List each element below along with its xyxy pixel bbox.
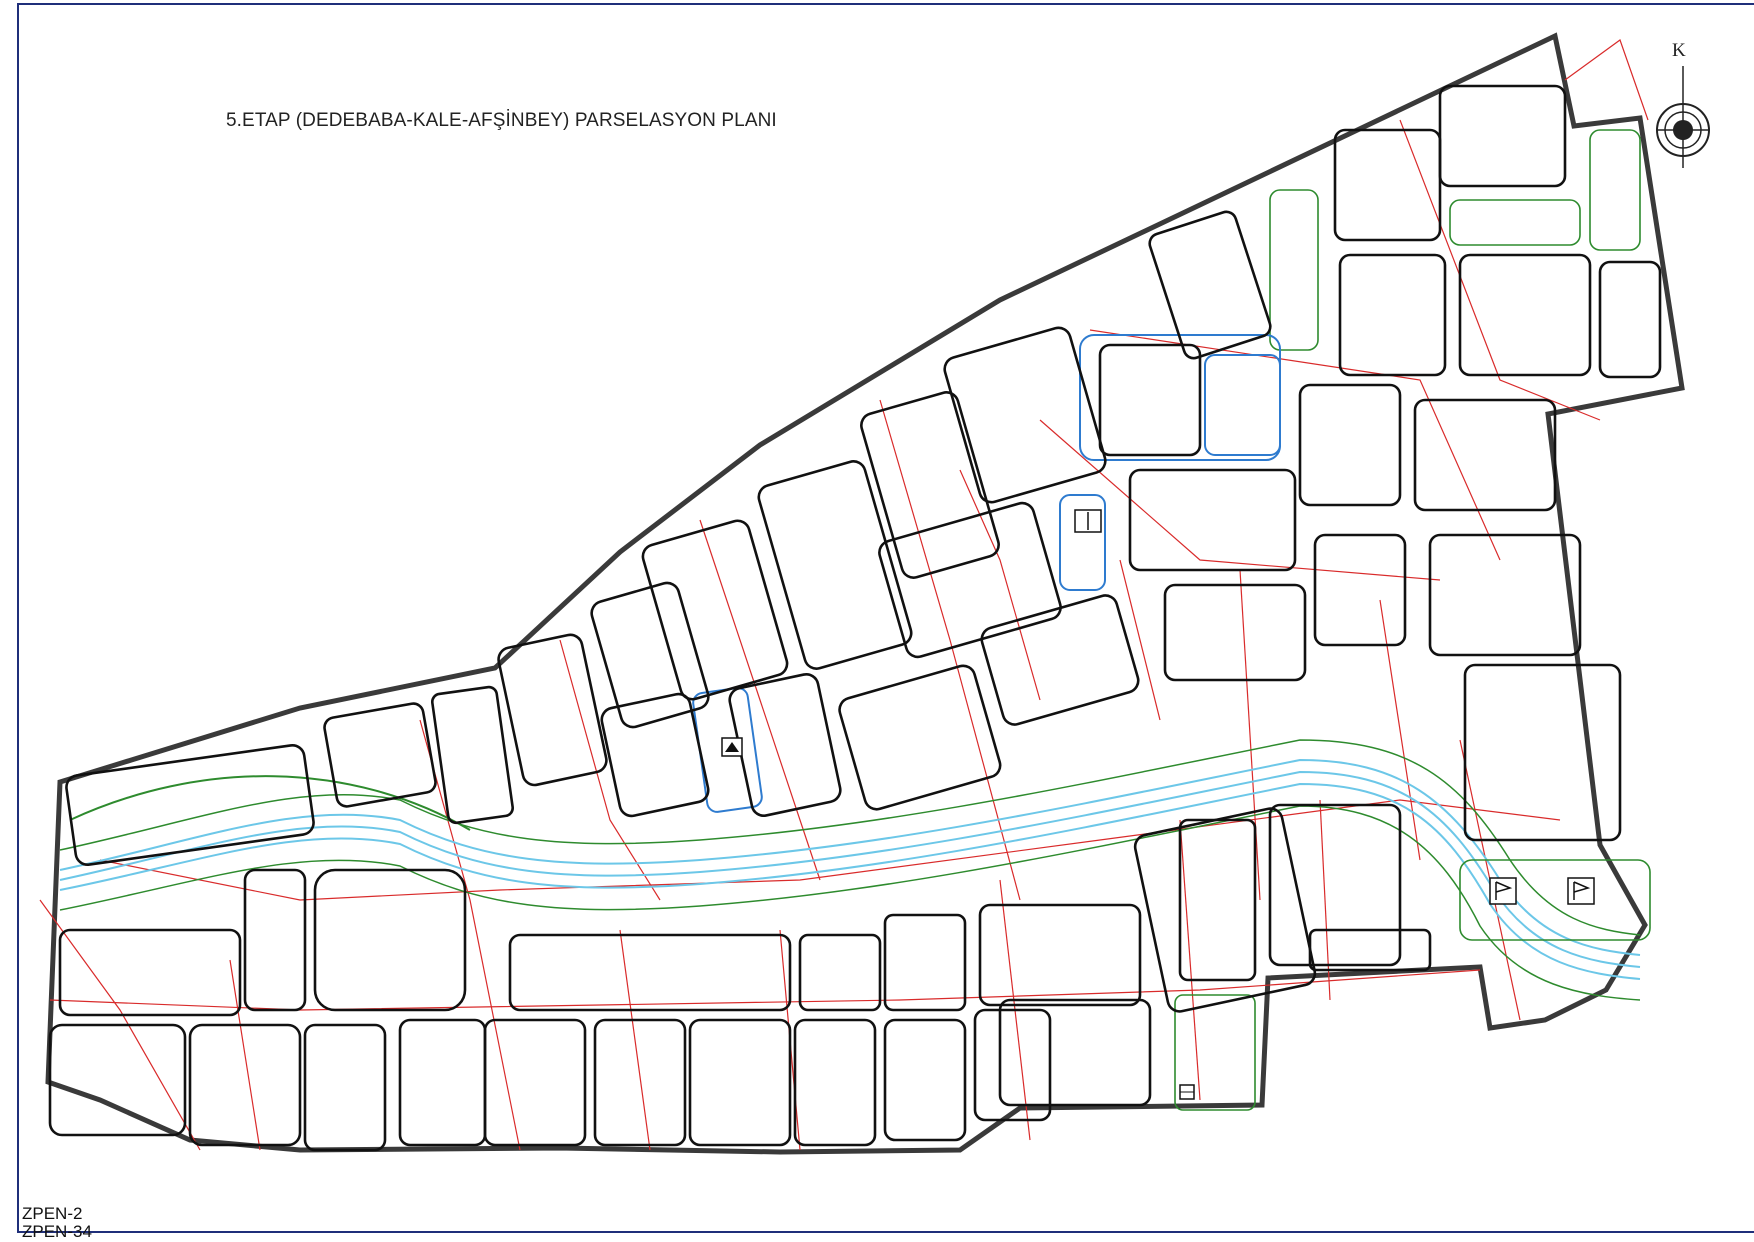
school-symbol xyxy=(1074,509,1102,533)
parcel-lines xyxy=(39,39,1649,1151)
sheet-tag: ZPEN-34 xyxy=(22,1222,92,1241)
building-blocks xyxy=(48,84,1662,1152)
facility-symbol xyxy=(1179,1084,1195,1100)
plan-title: 5.ETAP (DEDEBABA-KALE-AFŞİNBEY) PARSELAS… xyxy=(226,110,777,131)
mosque-symbol xyxy=(721,737,743,757)
north-arrow-icon xyxy=(1656,66,1710,168)
parcel-plan-map xyxy=(17,3,1754,1233)
sheet-tag: ZPEN-2 xyxy=(22,1204,83,1223)
north-label: K xyxy=(1672,40,1686,61)
plan-boundary xyxy=(45,32,1685,1155)
flag-symbol xyxy=(1489,877,1595,905)
